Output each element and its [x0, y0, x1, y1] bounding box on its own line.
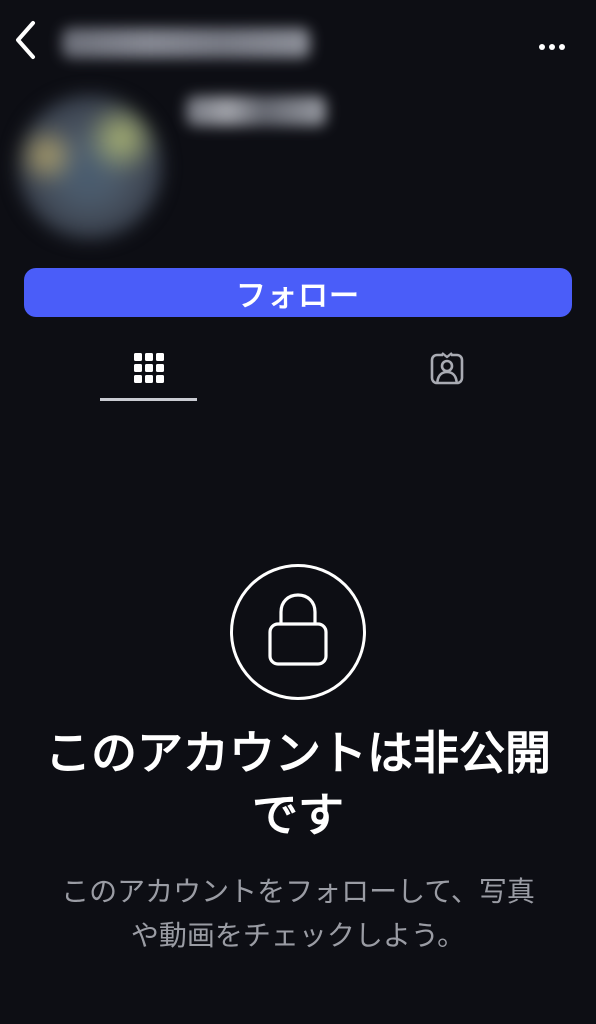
- more-horizontal-icon: [538, 36, 566, 55]
- profile-name: [186, 96, 326, 126]
- private-account-description: このアカウントをフォローして、写真や動画をチェックしよう。: [61, 875, 535, 952]
- grid-icon: [133, 353, 164, 387]
- private-account-title: このアカウントは非公開です: [45, 726, 551, 842]
- lock-badge: [230, 564, 366, 700]
- tagged-person-icon: [430, 351, 464, 389]
- avatar[interactable]: [18, 95, 162, 239]
- selected-tab-indicator: [100, 398, 197, 401]
- username-title: [62, 28, 310, 58]
- back-button[interactable]: [8, 20, 44, 64]
- tab-tagged[interactable]: [398, 340, 495, 400]
- lock-icon: [266, 590, 330, 674]
- chevron-left-icon: [13, 20, 39, 64]
- tab-posts-grid[interactable]: [100, 340, 197, 400]
- follow-button[interactable]: フォロー: [24, 268, 572, 317]
- more-options-button[interactable]: [532, 30, 572, 60]
